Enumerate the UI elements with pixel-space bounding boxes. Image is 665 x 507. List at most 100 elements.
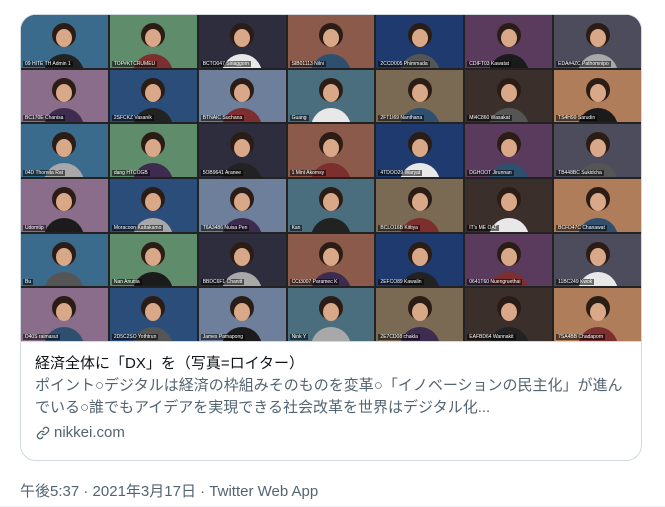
participant-name-label: CCt3007 Paramec K <box>289 279 340 286</box>
participant-face <box>589 247 606 266</box>
participant-tile: BCTO047 Siriaggorn <box>198 15 286 68</box>
participant-name-label: BCFD47C Chanawat <box>556 224 607 231</box>
participant-tile: 7SA4BB Chadaporn <box>554 288 641 341</box>
participant-name-label: James Pamapong <box>200 334 246 340</box>
participant-face <box>234 138 251 157</box>
participant-face <box>56 302 73 321</box>
participant-tile: TS4H99 Sarudin <box>554 69 641 123</box>
participant-body <box>310 327 351 341</box>
participant-face <box>322 83 339 102</box>
participant-face <box>145 83 162 102</box>
tweet-source-link[interactable]: Twitter Web App <box>209 483 318 500</box>
participant-face <box>589 83 606 102</box>
participant-tile: Guang <box>287 69 375 123</box>
participant-face <box>411 193 428 212</box>
participant-name-label: 2SFCKZ Vasanik <box>111 115 154 122</box>
participant-tile: 1 Mint Akomsy <box>287 124 375 177</box>
participant-face <box>500 247 517 266</box>
participant-tile: 09 HITE TH Admin 1 <box>21 15 108 68</box>
card-info: 経済全体に「DX」を（写真=ロイター） ポイント○デジタルは経済の枠組みそのもの… <box>21 341 641 460</box>
participant-name-label: Ml4C860 Wasakat <box>467 115 512 122</box>
participant-tile: 2SFCKZ Vasanik <box>109 69 197 123</box>
card-title[interactable]: 経済全体に「DX」を（写真=ロイター） <box>35 354 627 374</box>
participant-name-label: SIB01113 Nilni <box>289 60 326 67</box>
participant-name-label: BTNAIC Suchana <box>200 115 245 122</box>
meta-separator: · <box>79 483 93 500</box>
participant-name-label: Moracoon Kattakamo <box>111 224 164 231</box>
participant-name-label: Kan <box>289 224 303 231</box>
participant-name-label: 5OB9641 Aranee <box>200 170 244 176</box>
participant-tile: BCLO16B Kittiya <box>376 179 464 232</box>
participant-name-label: Guang <box>289 115 309 122</box>
participant-body <box>310 217 351 232</box>
link-icon <box>36 426 50 440</box>
participant-face <box>589 29 606 48</box>
participant-body <box>310 108 351 123</box>
participant-face <box>589 302 606 321</box>
participant-face <box>56 138 73 157</box>
participant-face <box>411 138 428 157</box>
participant-tile: Udomtip <box>21 179 108 232</box>
participant-tile: 2CCD005 Phimmada <box>376 15 464 68</box>
tweet-time-link[interactable]: 午後5:37 · 2021年3月17日 <box>20 483 196 500</box>
participant-name-label: BCTO047 Siriaggorn <box>200 60 252 67</box>
participant-name-label: TS4H99 Sarudin <box>556 115 598 122</box>
participant-face <box>589 138 606 157</box>
participant-tile: Ml4C860 Wasakat <box>465 69 553 123</box>
participant-name-label: EAFBD64 Wannakit <box>467 334 516 340</box>
participant-tile: 11BC249 Kwok <box>554 233 641 287</box>
participant-tile: Nan Anuttia <box>109 233 197 287</box>
participant-name-label: 2E7CD08 chakla <box>378 334 420 340</box>
participant-tile: D40S raimasut <box>21 288 108 341</box>
link-preview-card[interactable]: 09 HITE TH Admin 1 TOP#KTCRUMEU BCTO047 Si… <box>20 14 642 461</box>
participant-tile: 2EFCO89 Kawalin <box>376 233 464 287</box>
participant-face <box>411 302 428 321</box>
participant-tile: BC170E Chanisa <box>21 69 108 123</box>
participant-name-label: 1 Mint Akomsy <box>289 170 327 176</box>
participant-name-label: 2FT1I69 Nanthana <box>378 115 425 122</box>
participant-face <box>322 138 339 157</box>
participant-tile: Nink Y <box>287 288 375 341</box>
participant-tile: TOP#KTCRUMEU <box>109 15 197 68</box>
participant-name-label: BC170E Chanisa <box>23 115 66 122</box>
tweet-date: 2021年3月17日 <box>92 483 196 500</box>
participant-tile: dang HTCOGB <box>109 124 197 177</box>
participant-name-label: 0641T60 Nuengruethai <box>467 279 523 286</box>
participant-tile: SIB01113 Nilni <box>287 15 375 68</box>
participant-face <box>322 302 339 321</box>
participant-face <box>411 29 428 48</box>
participant-name-label: Bu <box>23 279 34 286</box>
participant-face <box>589 193 606 212</box>
participant-tile: 2E7CD08 chakla <box>376 288 464 341</box>
meta-separator: · <box>195 483 210 500</box>
participant-name-label: T6A3486 Nuisa Pen <box>200 224 250 231</box>
participant-name-label: 4TDOO29 Waryat <box>378 170 423 176</box>
participant-tile: IT's ME OAT <box>465 179 553 232</box>
participant-face <box>500 193 517 212</box>
participant-tile: TB448BC Sukidcha <box>554 124 641 177</box>
participant-body <box>44 272 85 287</box>
participant-name-label: EDA#4ZC Pathomnipo <box>556 60 611 67</box>
participant-tile: 4TDOO29 Waryat <box>376 124 464 177</box>
participant-tile: Moracoon Kattakamo <box>109 179 197 232</box>
participant-tile: Kan <box>287 179 375 232</box>
card-image[interactable]: 09 HITE TH Admin 1 TOP#KTCRUMEU BCTO047 Si… <box>21 15 641 341</box>
participant-face <box>500 83 517 102</box>
participant-tile: EDA#4ZC Pathomnipo <box>554 15 641 68</box>
participant-name-label: 7SA4BB Chadaporn <box>556 334 606 340</box>
participant-tile: CCt3007 Paramec K <box>287 233 375 287</box>
participant-name-label: BCLO16B Kittiya <box>378 224 420 231</box>
participant-tile: 0641T60 Nuengruethai <box>465 233 553 287</box>
participant-tile: BTNAIC Suchana <box>198 69 286 123</box>
participant-name-label: DGHOOT Jirunnan <box>467 170 514 176</box>
participant-face <box>411 83 428 102</box>
participant-face <box>234 247 251 266</box>
participant-name-label: IT's ME OAT <box>467 224 500 231</box>
participant-face <box>145 138 162 157</box>
participant-name-label: CDIFT03 Kawatat <box>467 60 512 67</box>
participant-name-label: D40S raimasut <box>23 334 61 340</box>
participant-name-label: BBDC6F1 Chanitt <box>200 279 245 286</box>
participant-name-label: 09 HITE TH Admin 1 <box>23 60 73 67</box>
card-description: ポイント○デジタルは経済の枠組みそのものを変革○「イノベーションの民主化」が進ん… <box>35 377 623 416</box>
participant-face <box>500 302 517 321</box>
